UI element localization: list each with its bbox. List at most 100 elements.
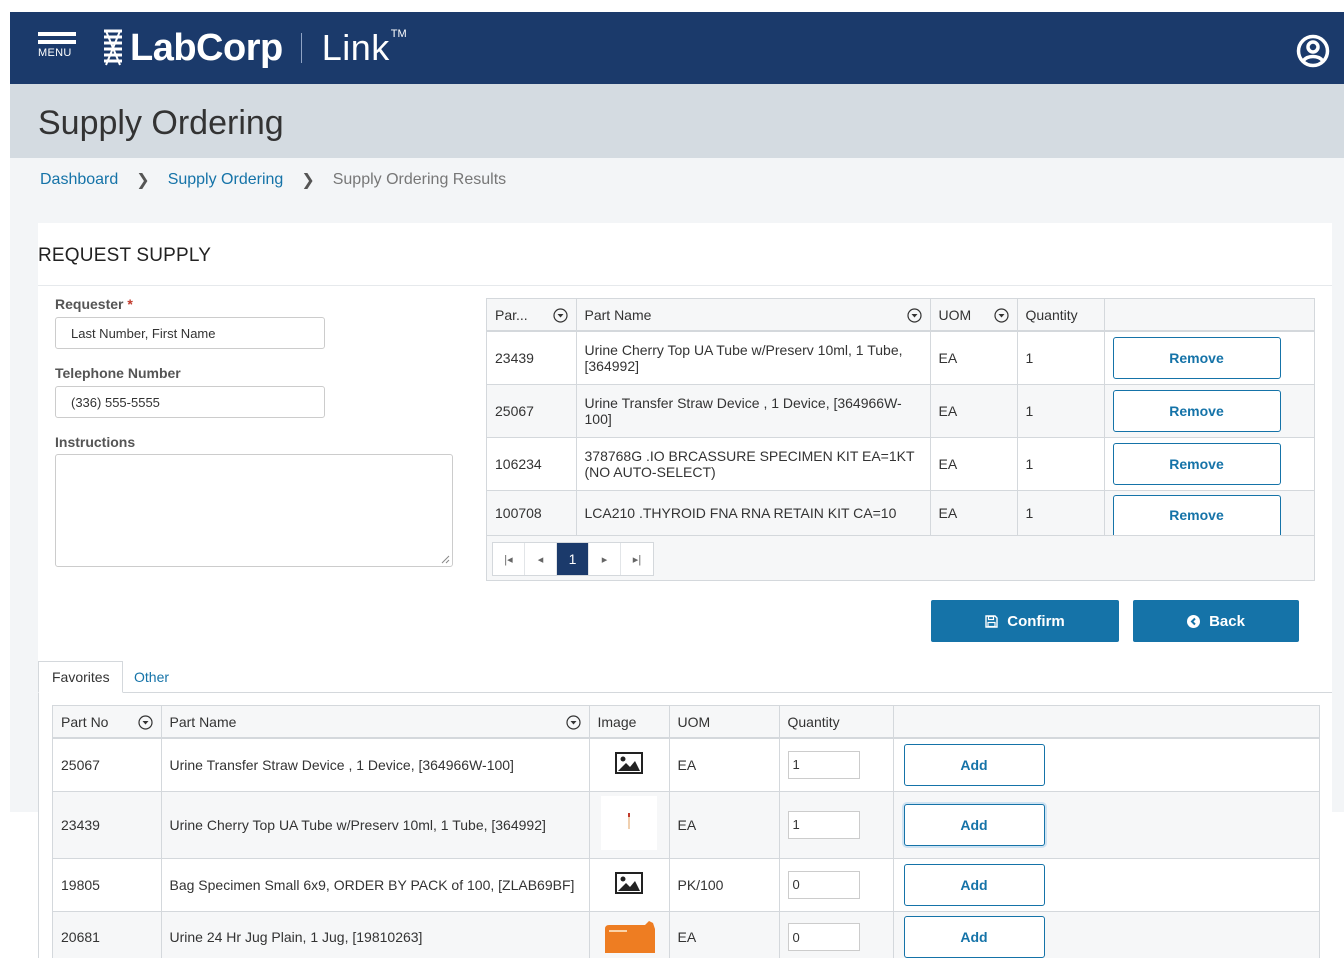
labcorp-link-logo[interactable]: LabCorp Link TM xyxy=(102,26,407,70)
section-divider xyxy=(38,285,1332,286)
requester-input[interactable] xyxy=(55,317,325,349)
column-header-part-name[interactable]: Part Name xyxy=(161,706,590,739)
confirm-button[interactable]: Confirm xyxy=(931,600,1119,642)
image-cell xyxy=(589,791,670,859)
column-header-actions xyxy=(893,706,1319,739)
uom-cell: EA xyxy=(669,791,780,859)
selected-items-grid: Par... Part Name UOM Quantity 23439 Urin… xyxy=(486,298,1315,581)
page-number-current[interactable]: 1 xyxy=(557,543,589,575)
add-button[interactable]: Add xyxy=(903,743,1045,786)
uom-cell: EA xyxy=(669,911,780,958)
filter-icon[interactable] xyxy=(565,715,581,730)
menu-button[interactable]: MENU xyxy=(38,32,78,68)
required-marker: * xyxy=(127,296,133,312)
filter-icon[interactable] xyxy=(993,308,1009,323)
action-cell: Add xyxy=(893,791,1319,859)
filter-icon[interactable] xyxy=(137,715,153,730)
column-header-label: UOM xyxy=(938,306,972,323)
remove-button[interactable]: Remove xyxy=(1112,336,1281,379)
column-header-label: Part Name xyxy=(169,713,237,730)
part-name-cell: Urine Cherry Top UA Tube w/Preserv 10ml,… xyxy=(161,791,590,859)
tab-other[interactable]: Other xyxy=(121,661,182,693)
column-header-part-name[interactable]: Part Name xyxy=(576,299,931,332)
favorite-row: 19805 Bag Specimen Small 6x9, ORDER BY P… xyxy=(53,858,1319,912)
action-cell: Add xyxy=(893,858,1319,912)
column-header-quantity[interactable]: Quantity xyxy=(1017,299,1105,332)
uom-cell: PK/100 xyxy=(669,858,780,912)
quantity-input[interactable] xyxy=(787,870,860,899)
quantity-cell: 1 xyxy=(1017,490,1105,536)
requester-label: Requester * xyxy=(55,296,133,312)
column-header-actions xyxy=(1104,299,1314,332)
part-no-cell: 25067 xyxy=(53,738,162,792)
quantity-input[interactable] xyxy=(787,923,860,951)
next-page-button[interactable]: ▸ xyxy=(589,543,621,575)
orange-jug-thumbnail[interactable] xyxy=(601,919,657,953)
filter-icon[interactable] xyxy=(552,308,568,323)
remove-button[interactable]: Remove xyxy=(1112,389,1281,432)
action-cell: Add xyxy=(893,911,1319,958)
part-name-cell: Urine Transfer Straw Device , 1 Device, … xyxy=(576,384,931,438)
add-button[interactable]: Add xyxy=(903,863,1045,906)
part-name-cell: 378768G .IO BRCASSURE SPECIMEN KIT EA=1K… xyxy=(576,437,931,491)
tab-favorites[interactable]: Favorites xyxy=(38,661,123,693)
section-title: REQUEST SUPPLY xyxy=(38,245,212,266)
column-header-part-no[interactable]: Par... xyxy=(487,299,577,332)
part-no-cell: 19805 xyxy=(53,858,162,912)
action-cell: Remove xyxy=(1104,384,1314,438)
remove-button[interactable]: Remove xyxy=(1112,494,1281,535)
menu-label: MENU xyxy=(38,47,72,59)
image-placeholder-icon[interactable] xyxy=(615,872,643,894)
quantity-cell xyxy=(779,791,894,859)
filter-icon[interactable] xyxy=(906,308,922,323)
favorite-row: 23439 Urine Cherry Top UA Tube w/Preserv… xyxy=(53,791,1319,859)
requester-label-text: Requester xyxy=(55,296,124,312)
brand-name: LabCorp xyxy=(130,26,283,69)
quantity-input[interactable] xyxy=(787,810,860,839)
hamburger-icon xyxy=(38,32,78,44)
prev-page-button[interactable]: ◂ xyxy=(525,543,557,575)
chevron-right-icon: ❯ xyxy=(301,172,315,189)
top-nav-bar: MENU LabCorp Link TM xyxy=(10,12,1344,84)
instructions-textarea[interactable] xyxy=(55,454,453,567)
image-placeholder-icon[interactable] xyxy=(615,752,643,775)
uom-cell: EA xyxy=(930,384,1018,438)
labcorp-helix-icon xyxy=(104,29,122,66)
part-no-cell: 20681 xyxy=(53,911,162,958)
tab-divider xyxy=(38,692,1332,693)
action-cell: Add xyxy=(893,738,1319,792)
tab-body-border xyxy=(38,692,39,958)
telephone-input[interactable] xyxy=(55,386,325,418)
quantity-input[interactable] xyxy=(787,750,860,779)
telephone-label: Telephone Number xyxy=(55,365,181,381)
product-name: Link xyxy=(321,27,390,68)
selected-row: 25067 Urine Transfer Straw Device , 1 De… xyxy=(487,384,1314,438)
first-page-button[interactable]: |◂ xyxy=(493,543,525,575)
back-button[interactable]: Back xyxy=(1133,600,1299,642)
breadcrumb-supply-ordering[interactable]: Supply Ordering xyxy=(168,171,284,189)
action-cell: Remove xyxy=(1104,331,1314,385)
part-no-cell: 23439 xyxy=(53,791,162,859)
column-header-uom: UOM xyxy=(669,706,780,739)
remove-button[interactable]: Remove xyxy=(1112,442,1281,485)
instructions-label: Instructions xyxy=(55,434,136,450)
column-header-part-no[interactable]: Part No xyxy=(53,706,162,739)
image-cell xyxy=(589,911,670,958)
column-header-uom[interactable]: UOM xyxy=(930,299,1018,332)
last-page-button[interactable]: ▸| xyxy=(621,543,653,575)
user-account-icon[interactable] xyxy=(1296,34,1330,68)
resize-grip-icon[interactable] xyxy=(441,555,450,564)
quantity-cell: 1 xyxy=(1017,384,1105,438)
breadcrumb-dashboard[interactable]: Dashboard xyxy=(40,171,118,189)
cherry-top-tube-thumbnail[interactable] xyxy=(601,796,657,850)
part-no-cell: 100708 xyxy=(487,490,577,536)
column-header-label: Par... xyxy=(495,306,528,323)
action-cell: Remove xyxy=(1104,437,1314,491)
add-button[interactable]: Add xyxy=(903,916,1045,958)
part-name-cell: Bag Specimen Small 6x9, ORDER BY PACK of… xyxy=(161,858,590,912)
add-button[interactable]: Add xyxy=(903,803,1045,846)
favorites-grid-header: Part No Part Name Image UOM Quantity xyxy=(53,706,1319,739)
favorites-grid: Part No Part Name Image UOM Quantity 250… xyxy=(52,705,1320,958)
selected-row: 100708 LCA210 .THYROID FNA RNA RETAIN KI… xyxy=(487,490,1314,536)
quantity-cell: 1 xyxy=(1017,437,1105,491)
